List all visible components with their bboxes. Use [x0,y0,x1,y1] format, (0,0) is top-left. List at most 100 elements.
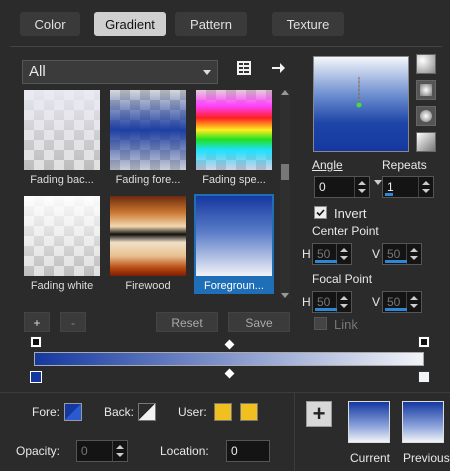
invert-label: Invert [334,206,367,221]
gradient-editor-bar[interactable] [34,352,424,366]
gradient-item-fading-spectrum[interactable]: Fading spe... [194,88,274,188]
gradient-swatch [110,90,186,170]
spinner-arrows-icon[interactable] [406,292,421,312]
gradient-item-label: Fading white [30,280,94,292]
opacity-stop-right[interactable] [418,336,430,348]
focal-v-spinner[interactable]: 50 [382,291,422,313]
gradient-swatch [110,196,186,276]
user-label: User: [178,405,207,419]
location-label: Location: [160,444,209,458]
radial-style-button[interactable] [416,132,436,152]
gradient-swatch [196,90,272,170]
spinner-arrows-icon[interactable] [418,177,433,197]
center-v-value: 50 [387,247,401,261]
category-dropdown[interactable]: All [22,60,218,84]
gradient-item-foreground-background[interactable]: Foregroun... [194,194,274,294]
fore-color-swatch[interactable] [64,403,82,421]
back-label: Back: [104,405,135,419]
center-h-value: 50 [317,247,331,261]
color-stop-right[interactable] [418,371,430,383]
divider [294,393,295,471]
rectangular-style-button[interactable] [416,80,436,100]
gradient-item-label: Fading fore... [115,174,181,186]
checkmark-icon [316,209,325,217]
opacity-label: Opacity: [16,444,61,458]
center-v-label: V [372,247,381,261]
user-color-toggle[interactable] [214,403,232,421]
gradient-item-label: Firewood [125,280,171,292]
tab-pattern[interactable]: Pattern [175,12,247,36]
focal-v-label: V [372,295,381,309]
add-gradient-button[interactable]: + [24,312,50,332]
focal-h-value: 50 [317,295,331,309]
stop-editor: Fore: Back: User: Opacity: 0 Location: 0… [0,392,450,471]
category-value: All [29,63,46,80]
library-scrollbar[interactable] [280,90,290,298]
tab-color[interactable]: Color [20,12,80,36]
tab-gradient[interactable]: Gradient [94,12,166,36]
angle-spinner[interactable]: 0 [314,176,370,198]
gradient-item-fading-background[interactable]: Fading bac... [22,88,102,188]
opacity-spinner[interactable]: 0 [76,440,128,462]
repeats-label: Repeats [382,158,427,172]
gradient-item-firewood[interactable]: Firewood [108,194,188,294]
back-color-swatch[interactable] [138,403,156,421]
opacity-stop-left[interactable] [30,336,42,348]
spinner-arrows-icon[interactable] [406,244,421,264]
list-view-icon[interactable] [236,60,252,76]
center-point-label: Center Point [312,224,379,238]
invert-checkbox[interactable] [314,206,327,219]
save-button[interactable]: Save [228,312,290,332]
user-color-swatch[interactable] [240,403,258,421]
center-v-spinner[interactable]: 50 [382,243,422,265]
link-checkbox[interactable] [314,317,327,330]
remove-gradient-button[interactable]: - [60,312,86,332]
scroll-up-icon[interactable] [281,90,289,95]
gradient-swatch [24,90,100,170]
spinner-arrows-icon[interactable] [354,177,369,197]
current-label: Current [350,451,391,465]
current-gradient-swatch[interactable] [348,401,390,443]
add-to-library-button[interactable]: + [306,401,332,427]
center-h-spinner[interactable]: 50 [312,243,352,265]
gradient-item-fading-foreground[interactable]: Fading fore... [108,88,188,188]
location-field[interactable]: 0 [226,440,270,462]
gradient-swatch [196,196,272,276]
repeats-slider-bar [385,193,393,196]
angle-handle-icon [356,77,362,108]
tab-texture[interactable]: Texture [272,12,344,36]
gradient-item-fading-white[interactable]: Fading white [22,194,102,294]
tab-bar: Color Gradient Pattern Texture [0,0,450,46]
fore-label: Fore: [32,405,61,419]
center-h-label: H [302,247,311,261]
gradient-item-label: Fading spe... [202,174,266,186]
menu-arrow-icon[interactable] [270,60,286,76]
repeats-value: 1 [387,180,394,194]
angle-dropdown-icon[interactable] [374,180,382,185]
focal-point-label: Focal Point [312,272,373,286]
spinner-arrows-icon[interactable] [336,292,351,312]
opacity-value: 0 [81,444,88,458]
repeats-spinner[interactable]: 1 [382,176,434,198]
linear-style-button[interactable] [416,54,436,74]
gradient-item-label: Fading bac... [30,174,94,186]
focal-v-value: 50 [387,295,401,309]
scroll-down-icon[interactable] [281,293,289,298]
focal-h-spinner[interactable]: 50 [312,291,352,313]
previous-gradient-swatch[interactable] [402,401,444,443]
gradient-preview[interactable] [313,56,409,152]
color-stop-left[interactable] [30,371,42,383]
spinner-arrows-icon[interactable] [336,244,351,264]
gradient-item-label: Foregroun... [204,280,264,292]
chevron-down-icon [203,70,211,75]
reset-button[interactable]: Reset [156,312,218,332]
center-v-slider-bar [385,260,407,263]
sunburst-style-button[interactable] [416,106,436,126]
gradient-swatch [24,196,100,276]
gradient-library: Fading bac... Fading fore... Fading spe.… [22,88,278,298]
previous-label: Previous [403,451,450,465]
location-value: 0 [231,444,238,458]
scroll-thumb[interactable] [281,164,289,180]
link-label: Link [334,317,358,332]
spinner-arrows-icon[interactable] [112,441,127,461]
